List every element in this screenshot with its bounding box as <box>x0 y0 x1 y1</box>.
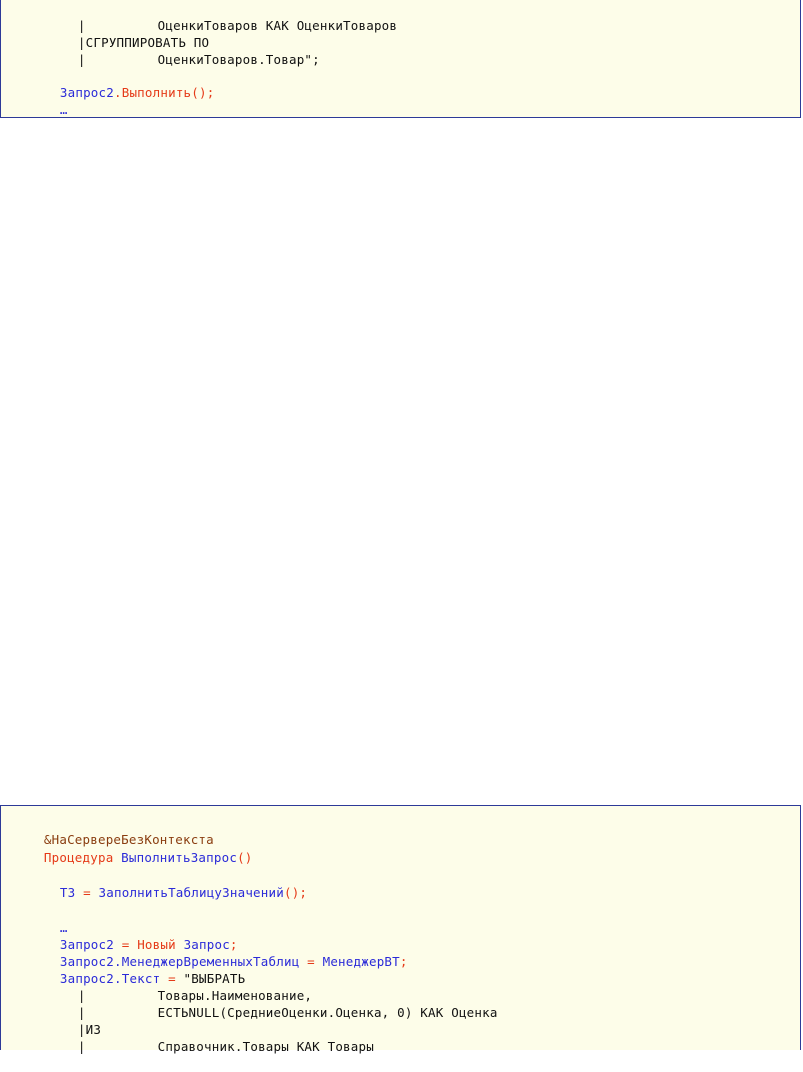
call-tail: (); <box>191 85 215 100</box>
query-pipe: | <box>77 52 86 67</box>
code-line: ТЗ = ЗаполнитьТаблицуЗначений(); <box>29 867 307 900</box>
query-object: Запрос2 <box>59 85 114 100</box>
procedure-parens: () <box>237 850 253 865</box>
code-line: Процедура ВыполнитьЗапрос() <box>13 832 253 865</box>
code-line: |ИЗ <box>47 1004 101 1037</box>
assign-operator: = <box>299 954 323 969</box>
query-pipe: | <box>77 1039 86 1054</box>
query-text: ЕСТЬNULL(СредниеОценки.Оценка, 0) КАК Оц… <box>157 1005 498 1020</box>
code-line: Запрос2.Текст = "ВЫБРАТЬ <box>29 953 245 986</box>
method-name: Выполнить <box>121 85 192 100</box>
code-line: Запрос2 = Новый Запрос; <box>29 919 238 952</box>
dot-operator: . <box>114 85 122 100</box>
assign-operator: = <box>75 885 99 900</box>
procedure-keyword: Процедура <box>43 850 114 865</box>
ellipsis: … <box>59 102 68 117</box>
code-line: | ОценкиТоваров.Товар"; <box>47 34 320 67</box>
value-name: МенеджерВТ <box>322 954 400 969</box>
code-line: | ОценкиТоваров КАК ОценкиТоваров <box>47 0 397 33</box>
code-block-bottom: &НаСервереБезКонтекста Процедура Выполни… <box>0 805 801 1054</box>
code-line: &НаСервереБезКонтекста <box>13 814 214 847</box>
code-line: … <box>29 84 68 117</box>
code-line: |СГРУППИРОВАТЬ ПО <box>47 17 209 50</box>
code-block-top: | ОценкиТоваров КАК ОценкиТоваров |СГРУПП… <box>0 0 801 118</box>
code-line: … <box>29 902 68 935</box>
code-line: | Товары.Наименование, <box>47 970 312 1003</box>
code-line: Запрос2.Выполнить(); <box>29 67 214 100</box>
query-text: ОценкиТоваров.Товар"; <box>157 52 320 67</box>
function-name: ЗаполнитьТаблицуЗначений <box>98 885 284 900</box>
procedure-name: ВыполнитьЗапрос <box>121 850 238 865</box>
code-line: | Справочник.Товары КАК Товары <box>47 1021 374 1054</box>
code-line: Запрос2.МенеджерВременныхТаблиц = Менедж… <box>29 936 408 969</box>
semicolon: ; <box>399 954 408 969</box>
call-tail: (); <box>283 885 308 900</box>
variable-name: ТЗ <box>59 885 76 900</box>
code-line: | ЕСТЬNULL(СредниеОценки.Оценка, 0) КАК О… <box>47 987 498 1020</box>
query-text: Справочник.Товары КАК Товары <box>157 1039 374 1054</box>
